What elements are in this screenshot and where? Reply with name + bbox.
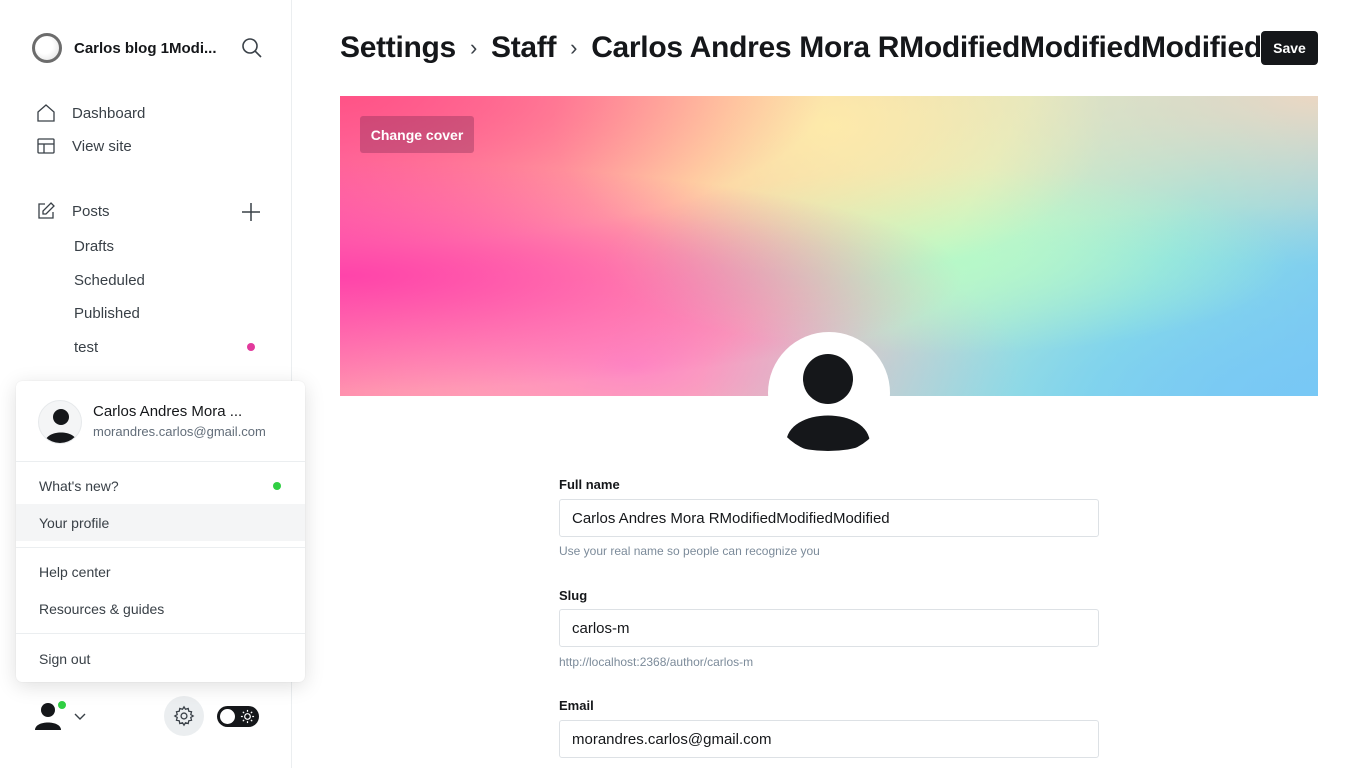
menu-sign-out[interactable]: Sign out [16, 640, 305, 677]
menu-resources[interactable]: Resources & guides [16, 590, 305, 627]
tag-color-dot [247, 343, 255, 351]
menu-user-header: Carlos Andres Mora ... morandres.carlos@… [16, 381, 305, 462]
email-label: Email [559, 698, 594, 713]
email-input[interactable]: morandres.carlos@gmail.com [559, 720, 1099, 758]
full-name-hint: Use your real name so people can recogni… [559, 544, 820, 558]
home-icon [36, 103, 56, 123]
save-button[interactable]: Save [1261, 31, 1318, 65]
main-content: Settings › Staff › Carlos Andres Mora RM… [292, 0, 1366, 768]
full-name-label: Full name [559, 477, 620, 492]
menu-divider [16, 633, 305, 634]
sun-icon [240, 709, 255, 724]
full-name-input[interactable]: Carlos Andres Mora RModifiedModifiedModi… [559, 499, 1099, 537]
menu-user-avatar [38, 400, 82, 444]
menu-your-profile[interactable]: Your profile [16, 504, 305, 541]
menu-divider [16, 547, 305, 548]
layout-icon [36, 136, 56, 156]
plus-icon[interactable] [239, 200, 263, 224]
menu-whats-new-label: What's new? [39, 477, 119, 494]
profile-avatar[interactable] [768, 332, 890, 454]
nav-dashboard-label: Dashboard [72, 104, 146, 122]
user-menu-dropdown: Carlos Andres Mora ... morandres.carlos@… [16, 381, 305, 682]
theme-toggle[interactable] [217, 706, 259, 727]
gear-icon[interactable] [164, 696, 204, 736]
menu-whats-new[interactable]: What's new? [16, 467, 305, 504]
breadcrumb-separator: › [469, 35, 477, 60]
nav-drafts[interactable]: Drafts [74, 234, 264, 258]
site-logo[interactable] [32, 33, 62, 63]
chevron-down-icon[interactable] [73, 710, 87, 722]
breadcrumb-settings[interactable]: Settings [340, 31, 456, 65]
search-icon[interactable] [240, 36, 264, 60]
change-cover-button[interactable]: Change cover [360, 116, 474, 153]
nav-posts-label: Posts [72, 202, 110, 220]
menu-sign-out-label: Sign out [39, 650, 91, 667]
nav-view-site[interactable]: View site [36, 133, 268, 159]
whats-new-dot [273, 482, 281, 490]
breadcrumb-user: Carlos Andres Mora RModifiedModifiedModi… [591, 31, 1260, 64]
nav-tag-test[interactable]: test [74, 335, 264, 359]
site-header: Carlos blog 1Modi... [32, 32, 264, 64]
breadcrumb-separator: › [570, 35, 578, 60]
toggle-knob [220, 709, 235, 724]
breadcrumb: Settings › Staff › Carlos Andres Mora RM… [340, 28, 1260, 68]
edit-icon [36, 201, 56, 221]
menu-your-profile-label: Your profile [39, 514, 110, 531]
breadcrumb-staff[interactable]: Staff [491, 31, 556, 65]
menu-help-center[interactable]: Help center [16, 553, 305, 590]
site-title[interactable]: Carlos blog 1Modi... [74, 40, 224, 57]
menu-user-email: morandres.carlos@gmail.com [93, 424, 266, 439]
nav-published[interactable]: Published [74, 301, 264, 325]
menu-help-center-label: Help center [39, 563, 111, 580]
nav-scheduled[interactable]: Scheduled [74, 268, 264, 292]
nav-posts[interactable]: Posts [36, 198, 196, 224]
online-status-dot [57, 700, 67, 710]
slug-label: Slug [559, 588, 588, 603]
menu-resources-label: Resources & guides [39, 600, 165, 617]
slug-hint: http://localhost:2368/author/carlos-m [559, 655, 754, 669]
nav-view-site-label: View site [72, 137, 132, 155]
slug-input[interactable]: carlos-m [559, 609, 1099, 647]
menu-user-name: Carlos Andres Mora ... [93, 403, 243, 420]
nav-dashboard[interactable]: Dashboard [36, 100, 268, 126]
